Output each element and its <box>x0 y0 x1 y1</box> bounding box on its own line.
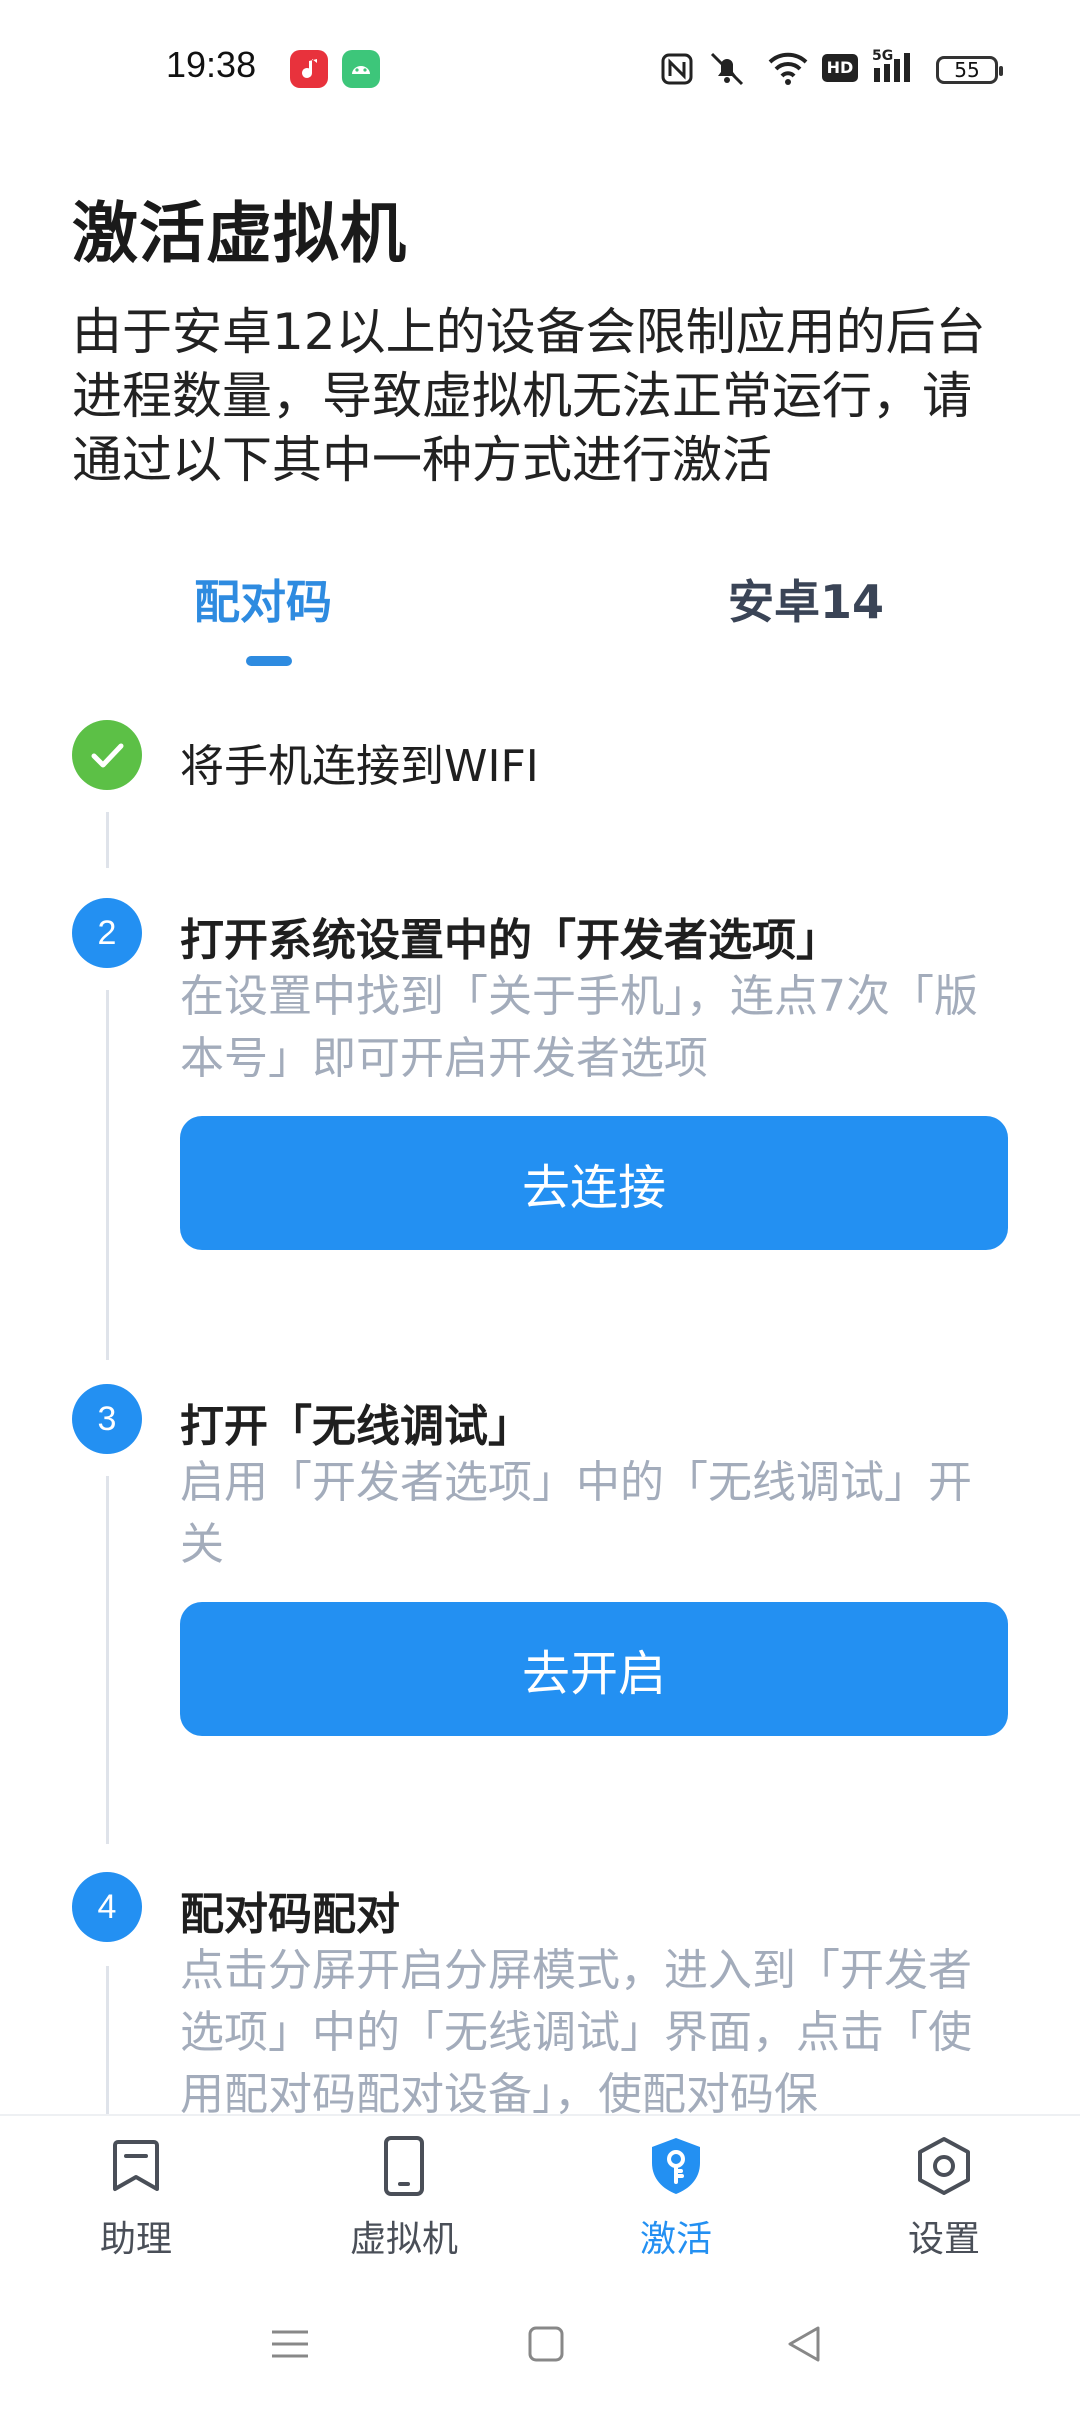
nav-label: 设置 <box>907 2219 980 2260</box>
step-2-badge: 2 <box>72 898 142 968</box>
intro-text: 由于安卓12以上的设备会限制应用的后台进程数量，导致虚拟机无法正常运行，请通过以… <box>72 303 986 489</box>
wifi-icon <box>766 50 810 90</box>
shield-key-icon <box>644 2134 708 2198</box>
back-icon[interactable] <box>782 2322 826 2370</box>
nav-activate[interactable]: 激活 <box>576 2134 776 2262</box>
network-type-label: 5G <box>872 48 894 64</box>
step-4-badge: 4 <box>72 1872 142 1942</box>
settings-hexagon-icon <box>912 2134 976 2198</box>
step-4-desc: 点击分屏开启分屏模式，进入到「开发者选项」中的「无线调试」界面，点击「使用配对码… <box>180 1945 972 2114</box>
step-2-desc: 在设置中找到「关于手机」，连点7次「版本号」即可开启开发者选项 <box>180 971 978 1084</box>
timeline-connector <box>106 1476 109 1844</box>
android-app-icon <box>342 50 380 88</box>
bookmark-icon <box>104 2134 168 2198</box>
step-1-title: 将手机连接到WIFI <box>180 741 539 792</box>
nav-label: 虚拟机 <box>349 2219 458 2260</box>
menu-icon[interactable] <box>268 2322 312 2370</box>
nav-settings[interactable]: 设置 <box>844 2134 1044 2262</box>
tab-indicator <box>246 656 292 666</box>
connect-button[interactable]: 去连接 <box>180 1116 1008 1250</box>
check-icon <box>91 743 124 768</box>
5g-signal-icon: 5G <box>872 48 922 90</box>
phone-icon <box>372 2134 436 2198</box>
nav-label: 激活 <box>639 2219 712 2260</box>
tab-pairing-code[interactable]: 配对码 <box>194 566 332 632</box>
music-app-icon <box>290 50 328 88</box>
step-3-badge: 3 <box>72 1384 142 1454</box>
step-3-title: 打开「无线调试」 <box>180 1401 532 1452</box>
nav-assistant[interactable]: 助理 <box>36 2134 236 2262</box>
battery-icon: 55 <box>936 56 1003 84</box>
home-icon[interactable] <box>524 2322 568 2370</box>
step-done-check <box>72 720 142 790</box>
nav-virtual-machine[interactable]: 虚拟机 <box>304 2134 504 2262</box>
step-3-desc: 启用「开发者选项」中的「无线调试」开关 <box>180 1457 972 1570</box>
enable-button[interactable]: 去开启 <box>180 1602 1008 1736</box>
timeline-connector <box>106 1966 109 2116</box>
nfc-icon <box>660 52 694 90</box>
tab-android-14[interactable]: 安卓14 <box>728 566 884 632</box>
timeline-connector <box>106 990 109 1360</box>
mute-icon <box>706 50 748 92</box>
nav-label: 助理 <box>99 2219 172 2260</box>
status-time: 19:38 <box>166 44 257 85</box>
hd-icon: HD <box>822 54 858 82</box>
step-4-title: 配对码配对 <box>180 1889 400 1940</box>
step-2-title: 打开系统设置中的「开发者选项」 <box>180 915 840 966</box>
timeline-connector <box>106 812 109 868</box>
page-title: 激活虚拟机 <box>72 195 407 272</box>
